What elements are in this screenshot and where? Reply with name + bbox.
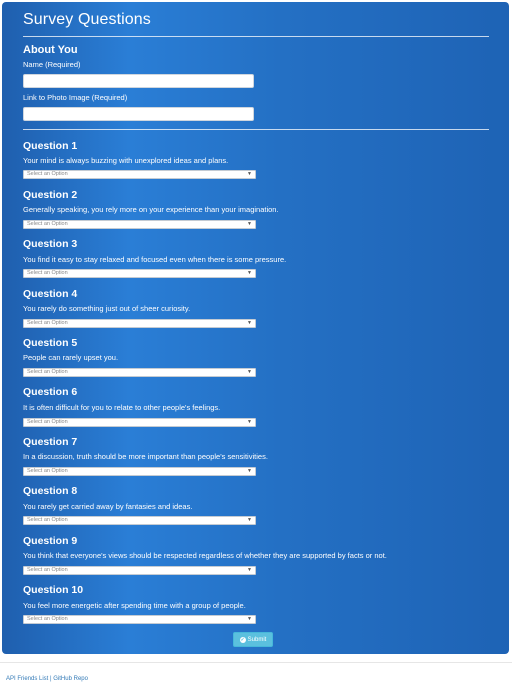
check-circle-icon: ✓ xyxy=(239,636,246,643)
select-value: Select an Option xyxy=(27,517,68,523)
name-label: Name (Required) xyxy=(23,60,81,69)
caret-down-icon: ▼ xyxy=(247,270,252,276)
caret-down-icon: ▼ xyxy=(247,468,252,474)
question-3-select[interactable]: Select an Option ▼ xyxy=(23,269,256,278)
question-text: People can rarely upset you. xyxy=(23,353,119,362)
question-title: Question 9 xyxy=(23,535,78,547)
question-7-select[interactable]: Select an Option ▼ xyxy=(23,467,256,476)
select-value: Select an Option xyxy=(27,270,68,276)
footer: API Friends List | GitHub Repo xyxy=(6,676,88,682)
question-text: You rarely get carried away by fantasies… xyxy=(23,502,193,511)
question-title: Question 3 xyxy=(23,238,78,250)
question-text: In a discussion, truth should be more im… xyxy=(23,452,268,461)
question-text: You find it easy to stay relaxed and foc… xyxy=(23,255,287,264)
question-title: Question 6 xyxy=(23,386,78,398)
question-title: Question 7 xyxy=(23,436,78,448)
caret-down-icon: ▼ xyxy=(247,567,252,573)
question-title: Question 8 xyxy=(23,485,78,497)
question-9-select[interactable]: Select an Option ▼ xyxy=(23,566,256,575)
select-value: Select an Option xyxy=(27,567,68,573)
select-value: Select an Option xyxy=(27,419,68,425)
question-2-select[interactable]: Select an Option ▼ xyxy=(23,220,256,229)
photo-label: Link to Photo Image (Required) xyxy=(23,93,128,102)
question-4-select[interactable]: Select an Option ▼ xyxy=(23,319,256,328)
footer-divider xyxy=(0,662,512,663)
footer-separator: | xyxy=(50,676,52,682)
question-10-select[interactable]: Select an Option ▼ xyxy=(23,615,256,624)
page-title: Survey Questions xyxy=(23,11,151,28)
about-heading: About You xyxy=(23,44,78,56)
select-value: Select an Option xyxy=(27,468,68,474)
photo-link-input[interactable] xyxy=(23,107,254,121)
question-8-select[interactable]: Select an Option ▼ xyxy=(23,516,256,525)
select-value: Select an Option xyxy=(27,221,68,227)
question-text: You rarely do something just out of shee… xyxy=(23,304,191,313)
select-value: Select an Option xyxy=(27,320,68,326)
select-value: Select an Option xyxy=(27,171,68,177)
question-title: Question 5 xyxy=(23,337,78,349)
question-title: Question 10 xyxy=(23,584,84,596)
select-value: Select an Option xyxy=(27,616,68,622)
question-text: It is often difficult for you to relate … xyxy=(23,403,221,412)
github-repo-link[interactable]: GitHub Repo xyxy=(53,676,88,682)
name-input[interactable] xyxy=(23,74,254,88)
divider xyxy=(23,129,489,130)
caret-down-icon: ▼ xyxy=(247,171,252,177)
submit-label: Submit xyxy=(247,636,267,643)
question-6-select[interactable]: Select an Option ▼ xyxy=(23,418,256,427)
question-title: Question 2 xyxy=(23,189,78,201)
caret-down-icon: ▼ xyxy=(247,616,252,622)
question-1-select[interactable]: Select an Option ▼ xyxy=(23,170,256,179)
question-title: Question 1 xyxy=(23,140,78,152)
survey-panel: Survey Questions About You Name (Require… xyxy=(2,2,509,654)
api-friends-list-link[interactable]: API Friends List xyxy=(6,676,48,682)
divider xyxy=(23,36,489,37)
submit-button[interactable]: ✓ Submit xyxy=(233,632,273,647)
caret-down-icon: ▼ xyxy=(247,419,252,425)
select-value: Select an Option xyxy=(27,369,68,375)
question-title: Question 4 xyxy=(23,288,78,300)
caret-down-icon: ▼ xyxy=(247,369,252,375)
question-5-select[interactable]: Select an Option ▼ xyxy=(23,368,256,377)
question-text: Your mind is always buzzing with unexplo… xyxy=(23,156,229,165)
caret-down-icon: ▼ xyxy=(247,517,252,523)
question-text: You feel more energetic after spending t… xyxy=(23,601,246,610)
caret-down-icon: ▼ xyxy=(247,320,252,326)
question-text: Generally speaking, you rely more on you… xyxy=(23,205,279,214)
caret-down-icon: ▼ xyxy=(247,221,252,227)
question-text: You think that everyone's views should b… xyxy=(23,551,387,560)
